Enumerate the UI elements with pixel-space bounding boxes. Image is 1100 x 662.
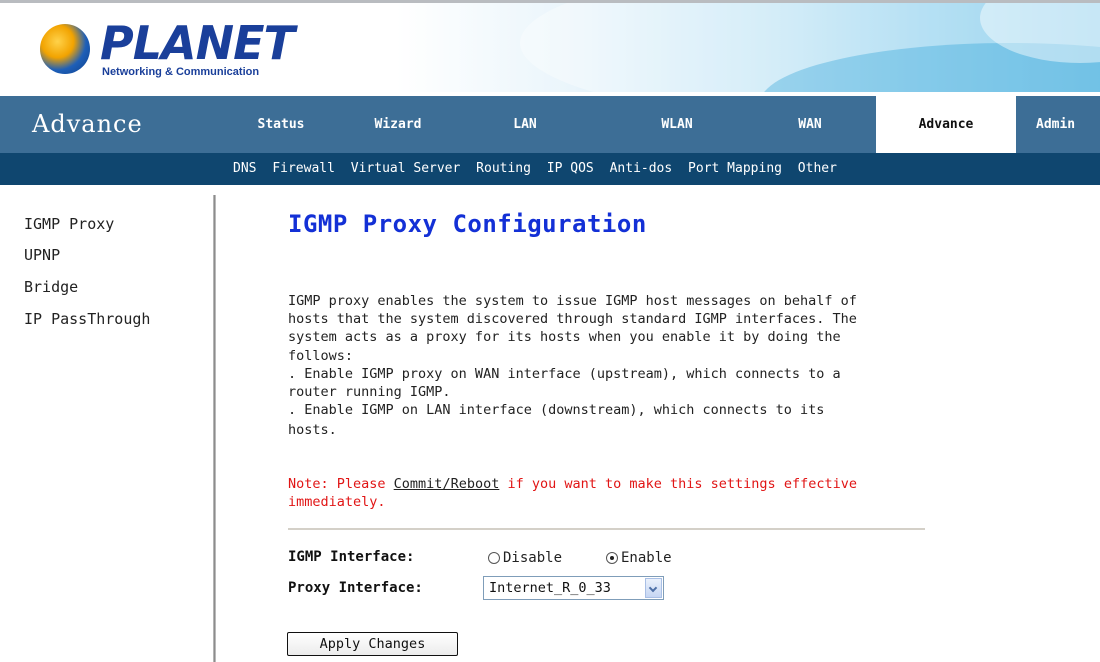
description-text: IGMP proxy enables the system to issue I… [288, 292, 948, 440]
globe-logo-icon [40, 24, 90, 74]
logo-tagline: Networking & Communication [102, 66, 260, 78]
subtab-ip-qos[interactable]: IP QOS [547, 161, 594, 176]
planet-logo[interactable]: PLANET Networking & Communication [40, 16, 295, 84]
description-line: system acts as a proxy for its hosts whe… [288, 329, 841, 346]
proxy-interface-select[interactable]: Internet_R_0_33 [483, 576, 664, 600]
page-title: IGMP Proxy Configuration [288, 210, 647, 238]
proxy-interface-value: Internet_R_0_33 [489, 580, 611, 596]
sub-nav-bar: DNS Firewall Virtual Server Routing IP Q… [0, 153, 1100, 185]
description-line: IGMP proxy enables the system to issue I… [288, 293, 857, 309]
sidebar-item-bridge[interactable]: Bridge [24, 278, 78, 296]
subtab-routing[interactable]: Routing [476, 161, 531, 176]
subtab-anti-dos[interactable]: Anti-dos [610, 161, 673, 176]
sidebar-item-upnp[interactable]: UPNP [24, 246, 60, 264]
description-line: hosts. [288, 422, 337, 439]
description-line: . Enable IGMP on LAN interface (downstre… [288, 402, 825, 419]
chevron-down-icon[interactable] [645, 578, 662, 598]
apply-changes-button[interactable]: Apply Changes [287, 632, 458, 656]
subtab-port-mapping[interactable]: Port Mapping [688, 161, 782, 176]
tab-status[interactable]: Status [226, 96, 336, 153]
tab-wlan[interactable]: WLAN [622, 96, 732, 153]
tab-wan[interactable]: WAN [755, 96, 865, 153]
sidebar: IGMP Proxy UPNP Bridge IP PassThrough [0, 185, 213, 662]
radio-disable-option[interactable]: Disable [488, 549, 562, 567]
note-line2: immediately. [288, 494, 386, 511]
commit-reboot-link[interactable]: Commit/Reboot [394, 476, 500, 492]
tab-advance[interactable]: Advance [876, 96, 1016, 153]
tab-admin[interactable]: Admin [1030, 96, 1100, 153]
tab-lan[interactable]: LAN [470, 96, 580, 153]
radio-enable-option[interactable]: Enable [606, 549, 672, 567]
proxy-interface-label: Proxy Interface: [288, 580, 423, 596]
section-divider [288, 528, 925, 531]
tab-wizard[interactable]: Wizard [343, 96, 453, 153]
logo-brand-text: PLANET [100, 16, 295, 70]
description-line: hosts that the system discovered through… [288, 311, 857, 328]
radio-disable-label: Disable [503, 550, 563, 566]
subtab-dns[interactable]: DNS [233, 161, 256, 176]
igmp-interface-label: IGMP Interface: [288, 549, 415, 565]
subtab-firewall[interactable]: Firewall [272, 161, 335, 176]
sidebar-divider [213, 195, 216, 662]
note-text: Note: Please Commit/Reboot if you want t… [288, 475, 948, 511]
note-suffix: if you want to make this settings effect… [499, 476, 857, 492]
subtab-virtual-server[interactable]: Virtual Server [351, 161, 461, 176]
radio-enable-label: Enable [621, 550, 672, 566]
description-line: follows: [288, 347, 354, 364]
radio-disable[interactable] [488, 552, 500, 564]
description-line: . Enable IGMP proxy on WAN interface (up… [288, 365, 841, 382]
header-banner: PLANET Networking & Communication [0, 3, 1100, 92]
sub-nav-links: DNS Firewall Virtual Server Routing IP Q… [233, 153, 845, 185]
note-prefix: Note: Please [288, 476, 394, 492]
radio-enable[interactable] [606, 552, 618, 564]
sidebar-item-ip-passthrough[interactable]: IP PassThrough [24, 310, 150, 328]
main-nav-bar: Advance Status Wizard LAN WLAN WAN Advan… [0, 96, 1100, 153]
sidebar-item-igmp-proxy[interactable]: IGMP Proxy [24, 215, 114, 233]
description-line: router running IGMP. [288, 384, 451, 401]
section-title: Advance [32, 110, 143, 138]
subtab-other[interactable]: Other [798, 161, 837, 176]
